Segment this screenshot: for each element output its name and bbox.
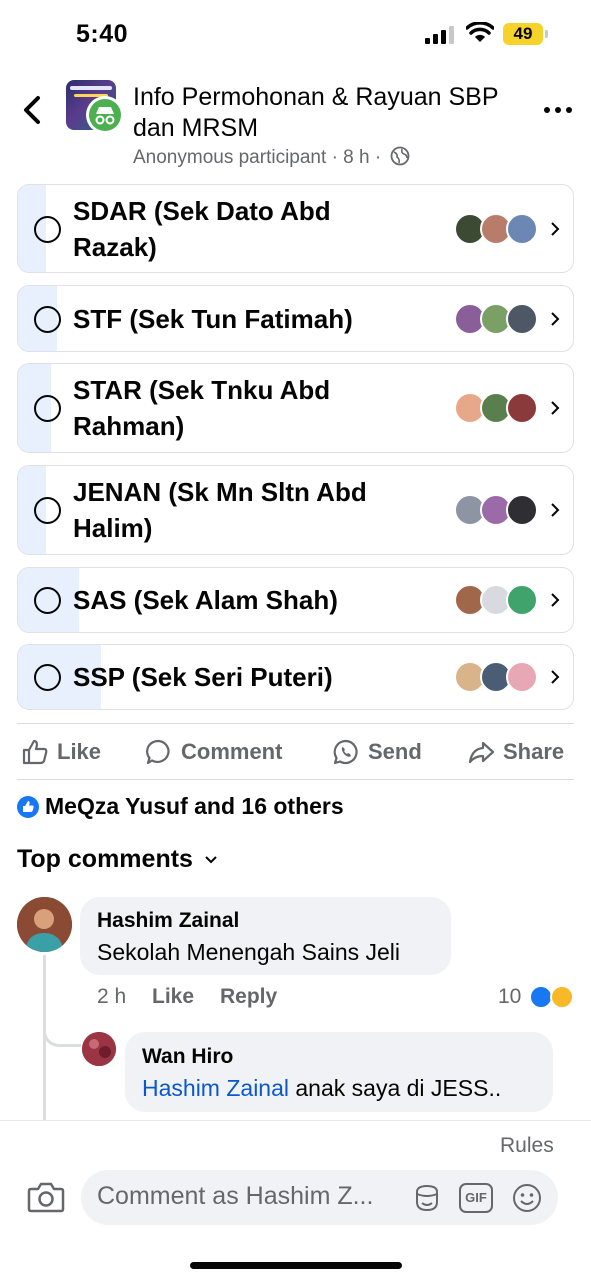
camera-icon[interactable] bbox=[27, 1180, 65, 1214]
send-label: Send bbox=[368, 739, 422, 764]
voter-avatar bbox=[506, 392, 538, 424]
whatsapp-icon bbox=[333, 739, 358, 765]
comments-sort-label: Top comments bbox=[17, 845, 193, 873]
voter-avatars[interactable] bbox=[454, 303, 544, 335]
back-button[interactable] bbox=[18, 92, 48, 128]
comment-composer[interactable]: GIF bbox=[81, 1170, 558, 1225]
voter-avatars[interactable] bbox=[454, 584, 544, 616]
chevron-right-icon bbox=[551, 312, 560, 326]
reply-text: Hashim Zainal anak saya di JESS.. bbox=[142, 1075, 501, 1102]
voter-avatar bbox=[506, 213, 538, 245]
thumbs-up-icon bbox=[22, 739, 48, 765]
group-title[interactable]: Info Permohonan & Rayuan SBP dan MRSM bbox=[133, 82, 513, 144]
gif-button[interactable]: GIF bbox=[459, 1183, 493, 1213]
voter-avatar bbox=[506, 494, 538, 526]
comment-button[interactable]: Comment bbox=[145, 734, 282, 770]
anonymous-icon bbox=[86, 96, 124, 134]
comment-like-button[interactable]: Like bbox=[152, 985, 194, 1009]
poll-radio-button[interactable] bbox=[34, 395, 61, 422]
rules-link[interactable]: Rules bbox=[500, 1134, 554, 1158]
voter-avatars[interactable] bbox=[454, 213, 544, 245]
emoji-icon[interactable] bbox=[511, 1182, 543, 1214]
chevron-right-icon bbox=[551, 503, 560, 517]
poll-option-label: JENAN (Sk Mn Sltn Abd Halim) bbox=[73, 477, 367, 543]
poll-radio-button[interactable] bbox=[34, 216, 61, 243]
status-time: 5:40 bbox=[76, 20, 129, 48]
battery-icon bbox=[545, 30, 548, 38]
poll-option-label: SAS (Sek Alam Shah) bbox=[73, 585, 338, 615]
like-button[interactable]: Like bbox=[21, 734, 101, 770]
comment-reaction-count[interactable]: 10 bbox=[498, 985, 521, 1009]
reply-body: anak saya di JESS.. bbox=[289, 1075, 502, 1101]
poll-radio-button[interactable] bbox=[34, 306, 61, 333]
poll-option[interactable]: SSP (Sek Seri Puteri) bbox=[17, 644, 574, 710]
post-time[interactable]: 8 h bbox=[343, 147, 369, 168]
care-reaction-icon bbox=[550, 985, 574, 1009]
like-reaction-icon bbox=[17, 795, 39, 818]
comment-text: Sekolah Menengah Sains Jeli bbox=[97, 939, 401, 965]
wifi-icon bbox=[466, 22, 494, 42]
divider bbox=[17, 779, 574, 780]
cellular-signal-icon bbox=[425, 26, 454, 44]
poll-option[interactable]: STF (Sek Tun Fatimah) bbox=[17, 285, 574, 352]
poll-option-label: SDAR (Sek Dato Abd Razak) bbox=[73, 196, 331, 262]
meta-separator: · bbox=[374, 147, 382, 168]
send-button[interactable]: Send bbox=[332, 734, 422, 770]
voter-avatar bbox=[506, 661, 538, 693]
chevron-right-icon bbox=[551, 593, 560, 607]
meta-separator: · bbox=[331, 147, 338, 168]
comment-author[interactable]: Hashim Zainal bbox=[97, 909, 239, 933]
post-author: Anonymous participant bbox=[133, 147, 327, 168]
comment-reply-button[interactable]: Reply bbox=[220, 985, 277, 1009]
poll-option[interactable]: SDAR (Sek Dato Abd Razak) bbox=[17, 184, 574, 273]
post-header: Info Permohonan & Rayuan SBP dan MRSM An… bbox=[0, 70, 591, 182]
poll-radio-button[interactable] bbox=[34, 587, 61, 614]
post-meta: Anonymous participant · 8 h · bbox=[133, 146, 410, 169]
battery-level: 49 bbox=[503, 23, 543, 45]
divider bbox=[17, 723, 574, 724]
voter-avatars[interactable] bbox=[454, 392, 544, 424]
voter-avatars[interactable] bbox=[454, 661, 544, 693]
poll-option-label: STF (Sek Tun Fatimah) bbox=[73, 304, 353, 334]
reply-bubble[interactable]: Wan Hiro Hashim Zainal anak saya di JESS… bbox=[125, 1032, 553, 1112]
reply-author-avatar[interactable] bbox=[82, 1032, 116, 1066]
status-bar: 5:40 49 bbox=[0, 0, 591, 70]
chevron-right-icon bbox=[551, 401, 560, 415]
like-label: Like bbox=[57, 739, 102, 764]
comment-label: Comment bbox=[181, 739, 283, 764]
poll-option[interactable]: SAS (Sek Alam Shah) bbox=[17, 567, 574, 633]
poll-radio-button[interactable] bbox=[34, 664, 61, 691]
avatar-sticker-icon[interactable] bbox=[411, 1182, 443, 1214]
voter-avatar bbox=[506, 584, 538, 616]
poll-option[interactable]: STAR (Sek Tnku Abd Rahman) bbox=[17, 363, 574, 453]
home-indicator bbox=[190, 1262, 402, 1269]
voter-avatar bbox=[506, 303, 538, 335]
comment-bubble[interactable]: Hashim Zainal Sekolah Menengah Sains Jel… bbox=[80, 897, 451, 975]
chevron-right-icon bbox=[551, 222, 560, 236]
commenter-avatar[interactable] bbox=[17, 897, 72, 952]
mention-link[interactable]: Hashim Zainal bbox=[142, 1075, 289, 1101]
share-arrow-icon bbox=[468, 741, 495, 764]
comment-time: 2 h bbox=[97, 985, 127, 1008]
chevron-right-icon bbox=[551, 670, 560, 684]
thread-connector bbox=[43, 1005, 81, 1047]
chevron-down-icon bbox=[205, 855, 217, 863]
poll-radio-button[interactable] bbox=[34, 497, 61, 524]
more-options-button[interactable] bbox=[540, 98, 576, 122]
poll-option-label: SSP (Sek Seri Puteri) bbox=[73, 662, 333, 692]
poll-option-label: STAR (Sek Tnku Abd Rahman) bbox=[73, 375, 331, 441]
comments-sort-button[interactable]: Top comments bbox=[17, 845, 219, 874]
share-button[interactable]: Share bbox=[467, 734, 564, 770]
comment-icon bbox=[146, 739, 170, 765]
comment-input[interactable] bbox=[97, 1182, 417, 1211]
voter-avatars[interactable] bbox=[454, 494, 544, 526]
share-label: Share bbox=[503, 739, 565, 764]
reactions-text: MeQza Yusuf and 16 others bbox=[45, 793, 344, 819]
reply-author[interactable]: Wan Hiro bbox=[142, 1045, 233, 1069]
globe-icon bbox=[391, 146, 410, 166]
reactions-summary[interactable]: MeQza Yusuf and 16 others bbox=[17, 793, 344, 820]
poll-option[interactable]: JENAN (Sk Mn Sltn Abd Halim) bbox=[17, 465, 574, 555]
